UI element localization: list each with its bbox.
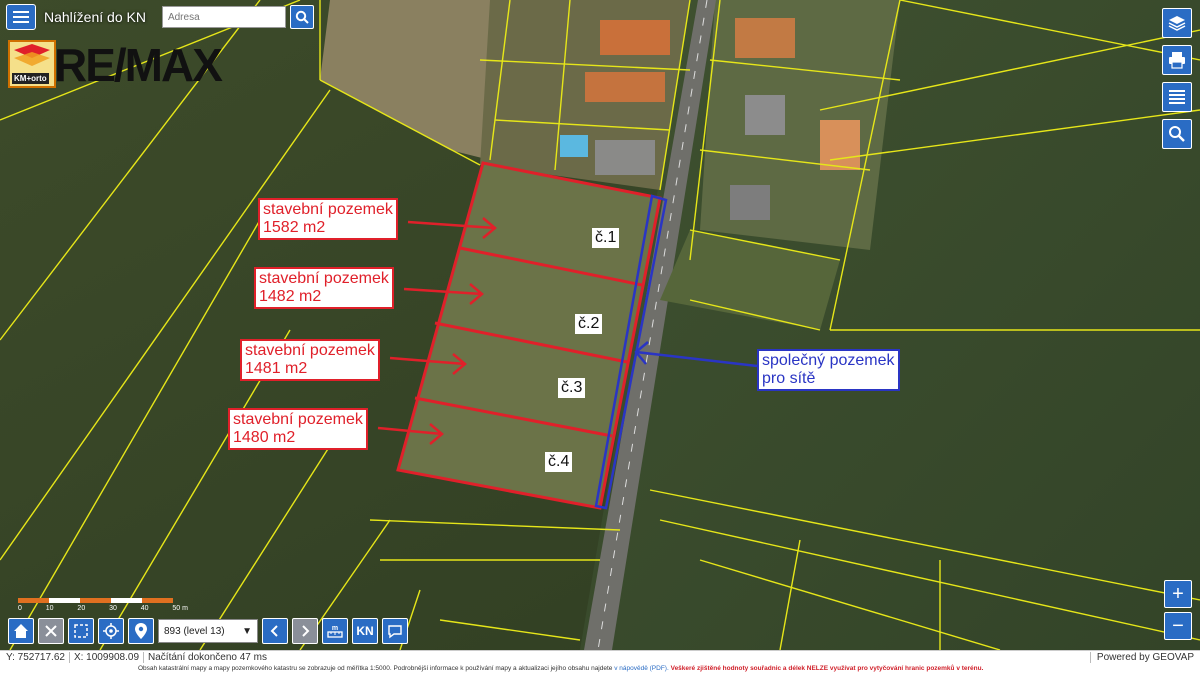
top-bar: Nahlížení do KN — [6, 4, 314, 30]
plot-label-2: stavební pozemek 1482 m2 — [254, 267, 394, 309]
previous-view-button[interactable] — [262, 618, 288, 644]
zoom-controls: + − — [1164, 580, 1192, 640]
measure-button[interactable]: m — [322, 618, 348, 644]
km-orto-badge: KM+orto — [8, 40, 56, 88]
y-coordinate: Y: 752717.62 — [6, 652, 70, 663]
legend-button[interactable] — [1162, 82, 1192, 112]
search-button[interactable] — [289, 5, 314, 29]
shared-plot-label: společný pozemek pro sítě — [757, 349, 900, 391]
search-box — [161, 5, 314, 29]
scale-bar: 0 10 20 30 40 50 m — [18, 598, 188, 612]
help-pdf-link[interactable]: v nápovědě (PDF). — [614, 665, 669, 672]
close-icon — [45, 625, 57, 637]
menu-icon — [13, 11, 29, 13]
x-coordinate: X: 1009908.09 — [74, 652, 145, 663]
home-icon — [14, 624, 28, 638]
legend-icon — [1169, 90, 1185, 104]
map-pin-icon — [135, 623, 147, 639]
marker-button[interactable] — [128, 618, 154, 644]
layers-button[interactable] — [1162, 8, 1192, 38]
plot-label-4: stavební pozemek 1480 m2 — [228, 408, 368, 450]
dropdown-arrow-icon: ▼ — [242, 625, 252, 637]
ruler-icon: m — [327, 625, 343, 638]
address-search-input[interactable] — [161, 6, 286, 28]
menu-button[interactable] — [6, 4, 36, 30]
printer-icon — [1169, 52, 1185, 69]
remax-logo: KM+orto RE/MAX — [8, 39, 223, 91]
warning-text: Veškeré zjištěné hodnoty souřadnic a dél… — [670, 665, 984, 672]
feedback-button[interactable] — [382, 618, 408, 644]
comment-pin-icon — [388, 625, 402, 639]
zoom-out-button[interactable]: − — [1164, 612, 1192, 640]
plot-label-1: stavební pozemek 1582 m2 — [258, 198, 398, 240]
app-title: Nahlížení do KN — [44, 9, 146, 25]
crosshair-icon — [103, 623, 119, 639]
chevron-left-icon — [270, 625, 278, 637]
plot-number-4: č.4 — [545, 452, 573, 472]
clear-button[interactable] — [38, 618, 64, 644]
print-button[interactable] — [1162, 45, 1192, 75]
magnifier-icon — [1169, 126, 1185, 142]
plot-number-3: č.3 — [558, 378, 586, 398]
search-icon — [295, 10, 309, 24]
load-status: Načítání dokončeno 47 ms — [148, 652, 267, 663]
plot-number-1: č.1 — [592, 228, 620, 248]
zoom-level-select[interactable]: 893 (level 13) ▼ — [158, 619, 258, 643]
right-toolbar — [1162, 8, 1192, 149]
bottom-toolbar: 893 (level 13) ▼ m KN — [8, 618, 408, 644]
next-view-button[interactable] — [292, 618, 318, 644]
locate-button[interactable] — [98, 618, 124, 644]
zoom-in-button[interactable]: + — [1164, 580, 1192, 608]
home-button[interactable] — [8, 618, 34, 644]
kn-button[interactable]: KN — [352, 618, 378, 644]
plus-icon: + — [1172, 582, 1184, 605]
brand-text: RE/MAX — [54, 39, 223, 91]
disclaimer-note: Obsah katastrální mapy a mapy pozemkovéh… — [138, 665, 984, 672]
map-layer-icon — [14, 44, 50, 66]
layers-icon — [1168, 16, 1186, 31]
plot-label-3: stavební pozemek 1481 m2 — [240, 339, 380, 381]
find-button[interactable] — [1162, 119, 1192, 149]
svg-text:m: m — [332, 625, 338, 632]
select-rectangle-icon — [74, 624, 88, 638]
select-area-button[interactable] — [68, 618, 94, 644]
minus-icon: − — [1172, 614, 1184, 637]
status-bar: Y: 752717.62 X: 1009908.09 Načítání doko… — [0, 650, 1200, 675]
chevron-right-icon — [302, 625, 310, 637]
powered-by: Powered by GEOVAP — [1089, 652, 1194, 663]
plot-number-2: č.2 — [575, 314, 603, 334]
